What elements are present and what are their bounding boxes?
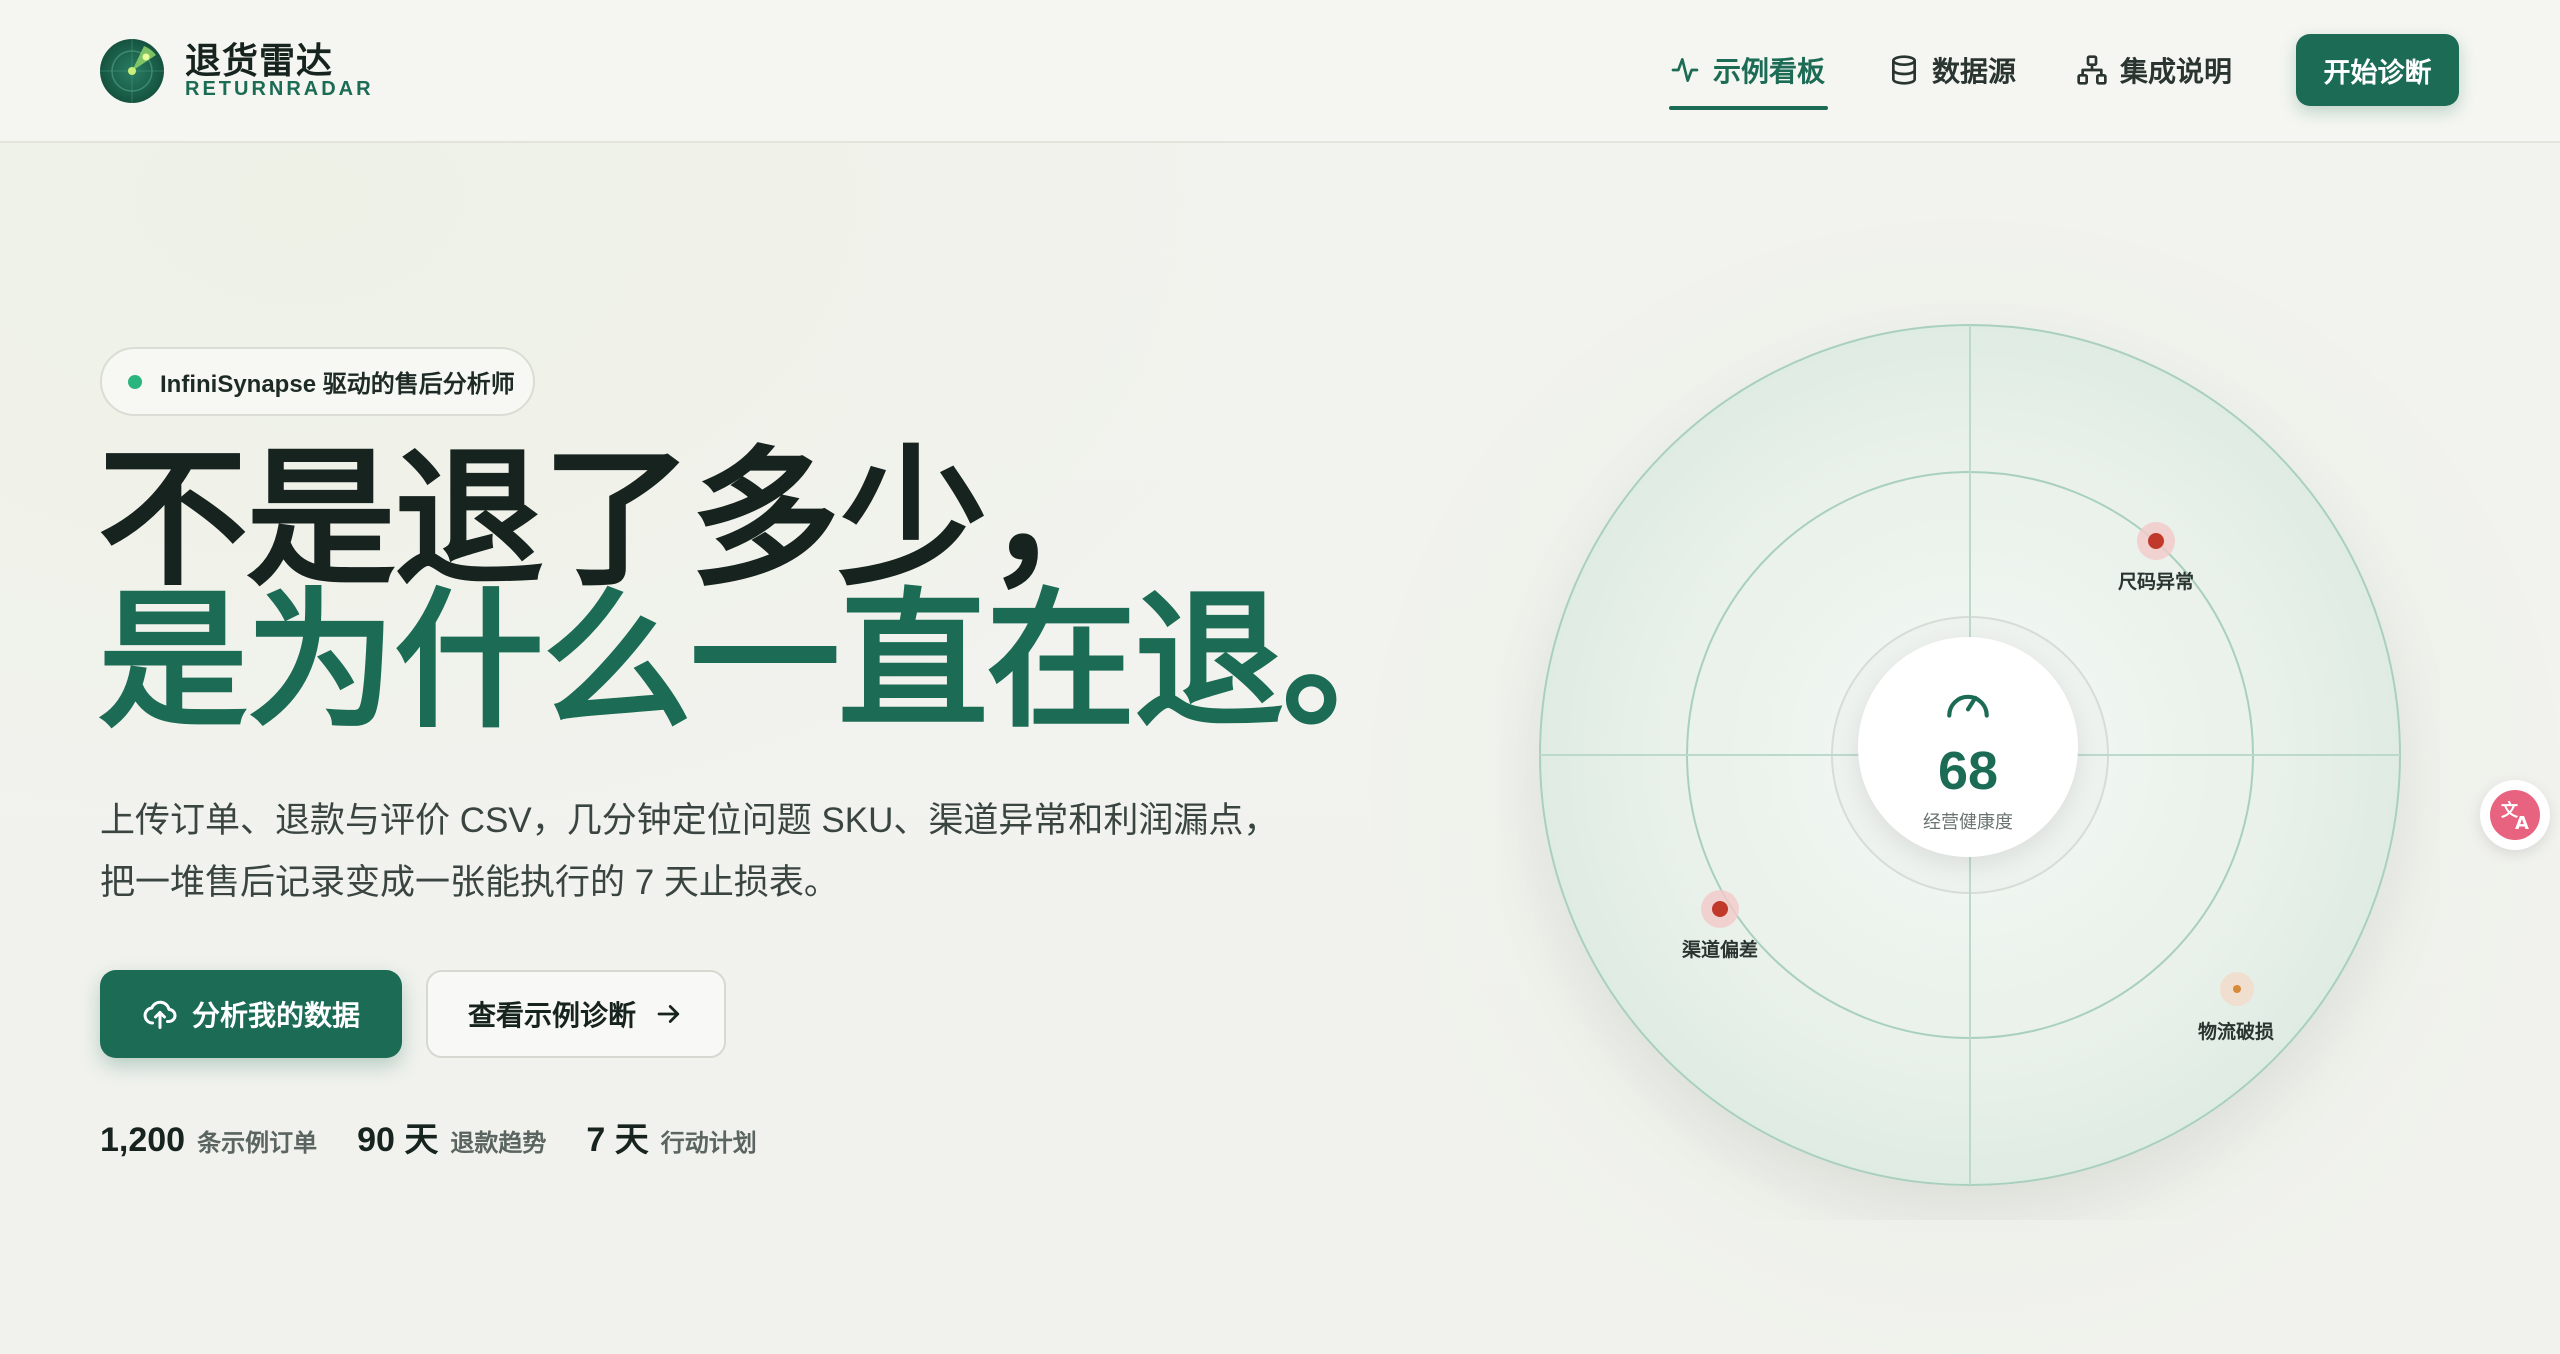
hero-stats: 1,200 条示例订单 90 天 退款趋势 7 天 行动计划 [100, 1112, 797, 1161]
radar-point-label: 物流破损 [2198, 1022, 2275, 1043]
gauge-icon [1947, 694, 1989, 718]
nav-item-data-sources[interactable]: 数据源 [1888, 50, 2016, 90]
headline-line-2: 是为什么一直在退。 [98, 577, 1432, 745]
nav-item-label: 示例看板 [1713, 56, 1826, 87]
button-label: 分析我的数据 [191, 1000, 360, 1031]
view-sample-diagnosis-button[interactable]: 查看示例诊断 [426, 970, 726, 1058]
health-score-value: 68 [1937, 741, 1999, 801]
stat-sample-orders: 1,200 条示例订单 [100, 1121, 317, 1160]
top-navbar: 退货雷达 RETURNRADAR 示例看板 数据源 集成说明 开始诊断 [0, 0, 2560, 143]
stat-label: 行动计划 [660, 1130, 757, 1157]
database-icon [1892, 55, 1916, 85]
nav-item-label: 集成说明 [2120, 56, 2233, 87]
stat-refund-trend: 90 天 退款趋势 [357, 1112, 546, 1161]
radar-point-logistics-damage [2220, 972, 2254, 1006]
button-label: 查看示例诊断 [467, 1000, 636, 1031]
badge-text: InfiniSynapse 驱动的售后分析师 [160, 371, 515, 398]
stat-value: 1,200 [100, 1121, 186, 1159]
hierarchy-icon [2077, 55, 2107, 85]
radar-point-label: 尺码异常 [2118, 572, 2195, 593]
cloud-upload-icon [143, 1000, 177, 1029]
brand-subtitle: RETURNRADAR [185, 78, 374, 100]
status-dot-icon [128, 374, 142, 389]
nav-item-demo-board[interactable]: 示例看板 [1669, 50, 1825, 90]
analyze-my-data-button[interactable]: 分析我的数据 [100, 970, 402, 1058]
radar-point-channel-deviation [1701, 890, 1739, 928]
health-score-label: 经营健康度 [1923, 812, 2013, 832]
stat-label: 退款趋势 [450, 1130, 547, 1157]
svg-text:A: A [2515, 813, 2529, 834]
stat-label: 条示例订单 [197, 1130, 318, 1157]
nav-item-integration-docs[interactable]: 集成说明 [2076, 50, 2232, 90]
description-line-2: 把一堆售后记录变成一张能执行的 7 天止损表。 [100, 863, 839, 902]
activity-icon [1671, 58, 1699, 82]
nav-item-label: 数据源 [1932, 56, 2017, 87]
stat-value: 90 天 [357, 1121, 439, 1159]
stat-value: 7 天 [586, 1121, 649, 1159]
start-diagnosis-button[interactable]: 开始诊断 [2296, 34, 2459, 106]
nav-active-indicator [1669, 106, 1828, 110]
stat-action-plan: 7 天 行动计划 [586, 1112, 756, 1161]
hero-headline: 不是退了多少， 是为什么一直在退。 [98, 435, 1432, 745]
translate-icon: 文 A [2490, 790, 2540, 840]
powered-by-badge: InfiniSynapse 驱动的售后分析师 [100, 347, 535, 416]
translate-fab-button[interactable]: 文 A [2480, 780, 2550, 850]
brand-name[interactable]: 退货雷达 [185, 32, 333, 84]
headline-line-1: 不是退了多少， [98, 435, 1136, 603]
description-line-1: 上传订单、退款与评价 CSV，几分钟定位问题 SKU、渠道异常和利润漏点， [100, 801, 1279, 840]
hero-description: 上传订单、退款与评价 CSV，几分钟定位问题 SKU、渠道异常和利润漏点， 把一… [100, 790, 1340, 914]
radar-logo-icon[interactable] [98, 37, 166, 105]
radar-point-label: 渠道偏差 [1682, 940, 1759, 961]
radar-point-size-anomaly [2137, 522, 2175, 560]
arrow-right-icon [657, 1005, 680, 1023]
